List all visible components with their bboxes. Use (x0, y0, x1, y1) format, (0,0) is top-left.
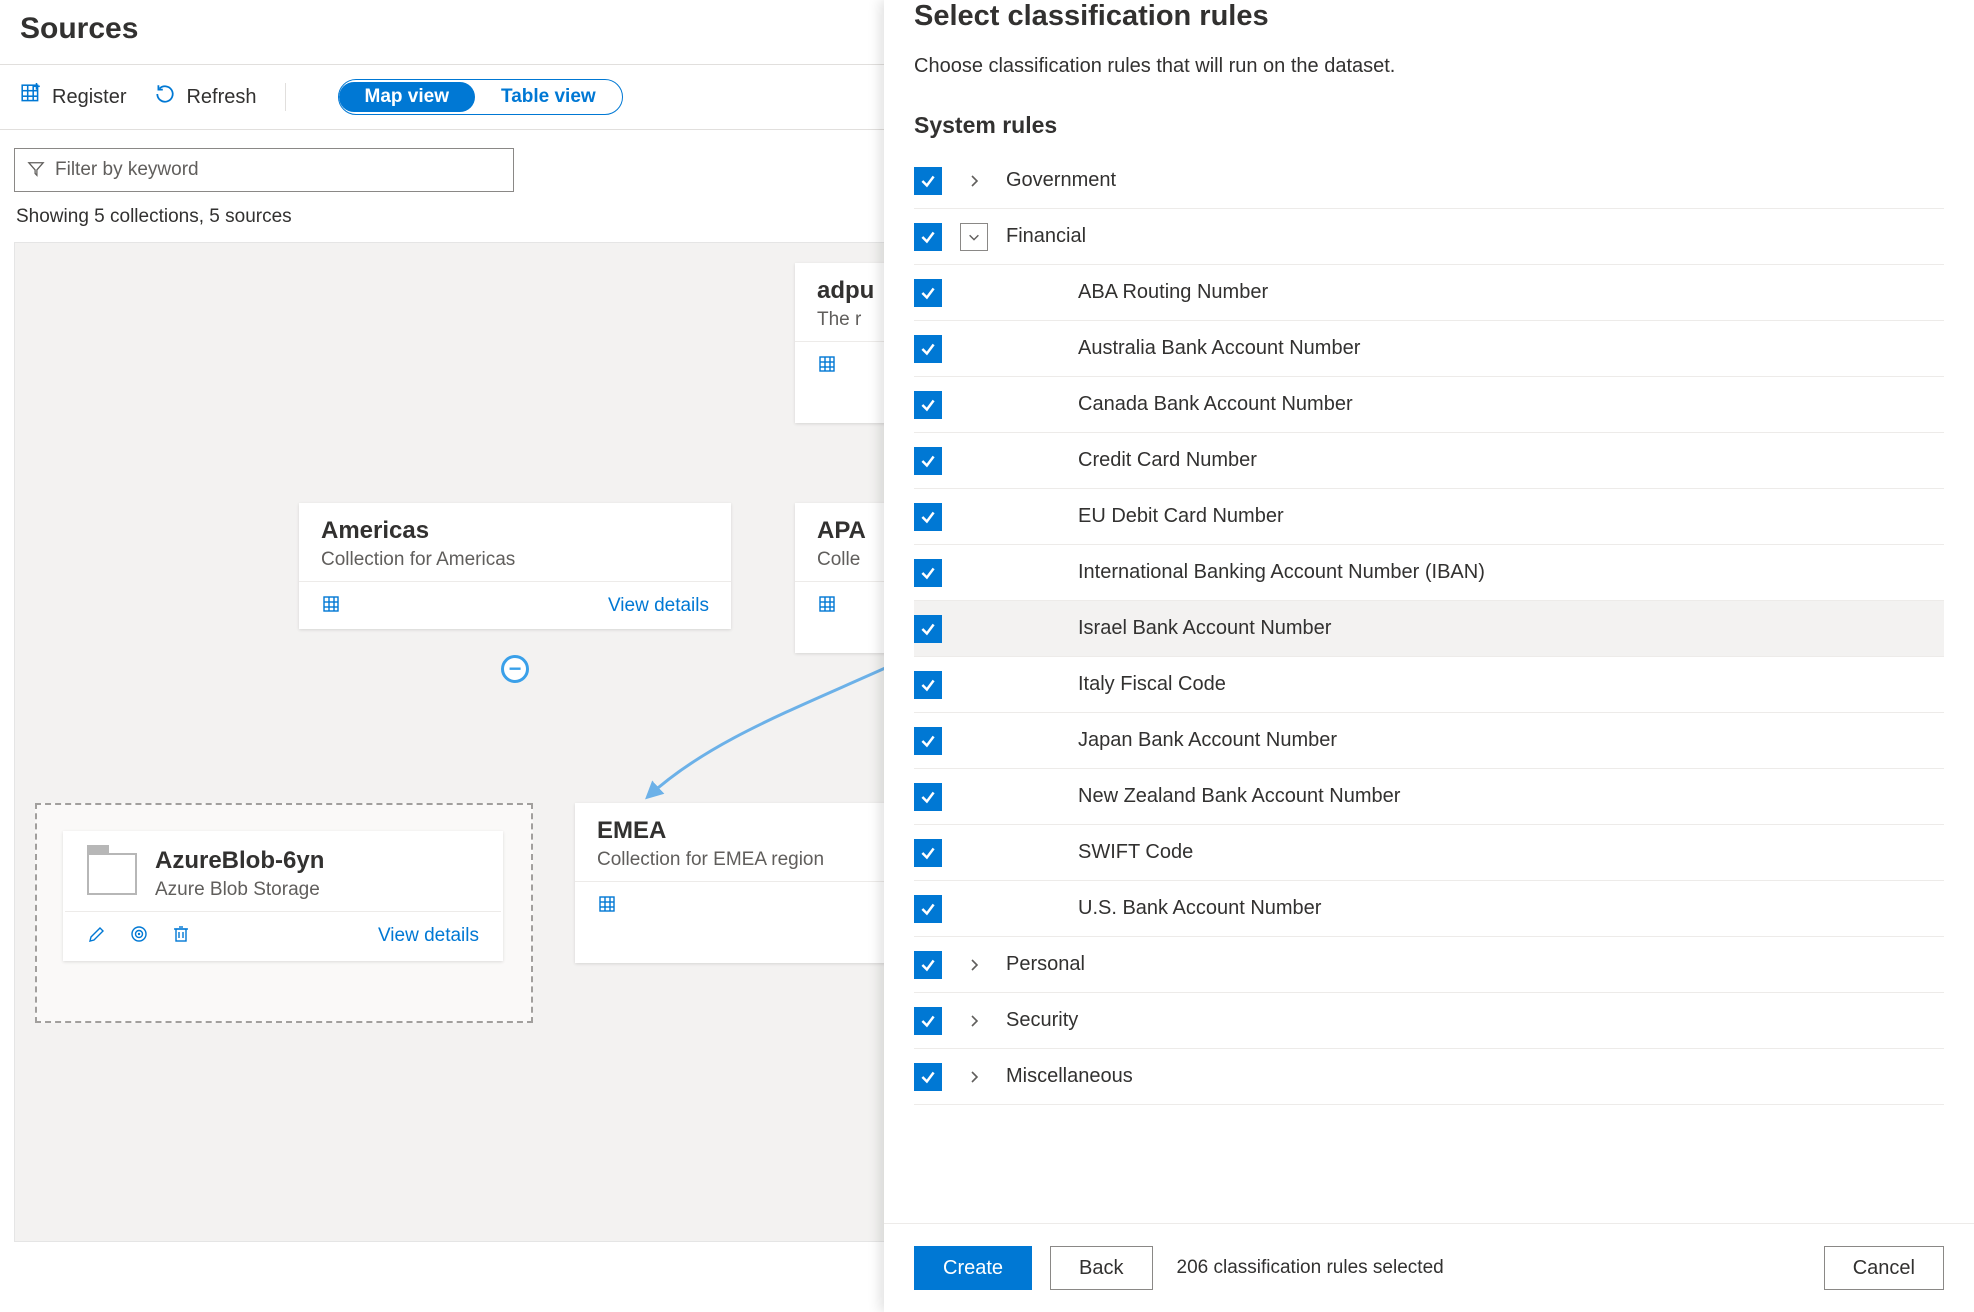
rule-group-misc[interactable]: Miscellaneous (914, 1049, 1944, 1105)
checkbox[interactable] (914, 839, 942, 867)
rule-item-label: Israel Bank Account Number (1078, 617, 1331, 640)
panel-footer: Create Back 206 classification rules sel… (884, 1223, 1974, 1312)
rule-item-label: EU Debit Card Number (1078, 505, 1284, 528)
rule-item[interactable]: SWIFT Code (914, 825, 1944, 881)
rule-item[interactable]: Italy Fiscal Code (914, 657, 1944, 713)
card-title: Americas (321, 517, 709, 545)
rule-group-label: Miscellaneous (1006, 1065, 1133, 1088)
grid-icon[interactable] (817, 354, 837, 377)
checkbox[interactable] (914, 279, 942, 307)
rule-item[interactable]: Credit Card Number (914, 433, 1944, 489)
panel-description: Choose classification rules that will ru… (914, 55, 1944, 78)
rule-item[interactable]: Israel Bank Account Number (914, 601, 1944, 657)
checkbox[interactable] (914, 1063, 942, 1091)
rule-item-label: U.S. Bank Account Number (1078, 897, 1321, 920)
expand-icon[interactable] (960, 1013, 988, 1029)
checkbox[interactable] (914, 223, 942, 251)
checkbox[interactable] (914, 1007, 942, 1035)
panel-title: Select classification rules (914, 0, 1944, 33)
rule-item-label: SWIFT Code (1078, 841, 1193, 864)
blob-storage-icon (87, 853, 137, 895)
rule-item[interactable]: Australia Bank Account Number (914, 321, 1944, 377)
refresh-label: Refresh (186, 86, 256, 109)
rule-group-fin[interactable]: Financial (914, 209, 1944, 265)
rule-item-label: Canada Bank Account Number (1078, 393, 1353, 416)
rule-group-label: Financial (1006, 225, 1086, 248)
rule-group-label: Security (1006, 1009, 1078, 1032)
view-details-link[interactable]: View details (608, 595, 709, 617)
checkbox[interactable] (914, 335, 942, 363)
refresh-button[interactable]: Refresh (154, 83, 256, 111)
source-frame: AzureBlob-6yn Azure Blob Storage (35, 803, 533, 1023)
rule-item-label: International Banking Account Number (IB… (1078, 561, 1485, 584)
rule-group-label: Personal (1006, 953, 1085, 976)
collection-card-americas[interactable]: Americas Collection for Americas View de… (299, 503, 731, 629)
checkbox[interactable] (914, 447, 942, 475)
rule-group-label: Government (1006, 169, 1116, 192)
rule-item-label: New Zealand Bank Account Number (1078, 785, 1400, 808)
checkbox[interactable] (914, 559, 942, 587)
expand-icon[interactable] (960, 173, 988, 189)
rule-item-label: Credit Card Number (1078, 449, 1257, 472)
rule-item[interactable]: Canada Bank Account Number (914, 377, 1944, 433)
collapse-toggle[interactable]: − (501, 655, 529, 683)
grid-icon[interactable] (597, 894, 617, 917)
map-view-toggle[interactable]: Map view (339, 82, 475, 112)
card-title: AzureBlob-6yn (155, 847, 324, 875)
register-button[interactable]: Register (20, 83, 126, 111)
refresh-icon (154, 83, 176, 111)
rules-list: Government Financial ABA Routing Number Aus… (914, 153, 1944, 1105)
filter-input-wrap[interactable] (14, 148, 514, 192)
source-card-azureblob[interactable]: AzureBlob-6yn Azure Blob Storage (63, 831, 503, 961)
rule-item[interactable]: International Banking Account Number (IB… (914, 545, 1944, 601)
panel-body: Select classification rules Choose class… (884, 0, 1974, 1223)
checkbox[interactable] (914, 615, 942, 643)
rule-item[interactable]: EU Debit Card Number (914, 489, 1944, 545)
filter-input[interactable] (55, 159, 501, 181)
card-subtitle: Azure Blob Storage (155, 879, 324, 901)
rule-item[interactable]: ABA Routing Number (914, 265, 1944, 321)
rule-group-pers[interactable]: Personal (914, 937, 1944, 993)
register-label: Register (52, 86, 126, 109)
rule-item-label: Italy Fiscal Code (1078, 673, 1226, 696)
footer-status: 206 classification rules selected (1177, 1257, 1444, 1279)
view-details-link[interactable]: View details (378, 925, 479, 947)
toolbar-separator (285, 83, 286, 111)
checkbox[interactable] (914, 167, 942, 195)
cancel-button[interactable]: Cancel (1824, 1246, 1944, 1290)
rule-item[interactable]: Japan Bank Account Number (914, 713, 1944, 769)
edit-icon[interactable] (87, 924, 107, 947)
checkbox[interactable] (914, 783, 942, 811)
checkbox[interactable] (914, 671, 942, 699)
rule-item[interactable]: U.S. Bank Account Number (914, 881, 1944, 937)
create-button[interactable]: Create (914, 1246, 1032, 1290)
expand-icon[interactable] (960, 957, 988, 973)
view-toggle: Map view Table view (338, 79, 623, 115)
table-view-toggle[interactable]: Table view (475, 82, 622, 112)
checkbox[interactable] (914, 391, 942, 419)
checkbox[interactable] (914, 503, 942, 531)
delete-icon[interactable] (171, 924, 191, 947)
section-title: System rules (914, 112, 1944, 139)
rule-item[interactable]: New Zealand Bank Account Number (914, 769, 1944, 825)
checkbox[interactable] (914, 951, 942, 979)
rule-item-label: Australia Bank Account Number (1078, 337, 1360, 360)
rule-group-gov[interactable]: Government (914, 153, 1944, 209)
checkbox[interactable] (914, 727, 942, 755)
expand-icon[interactable] (960, 1069, 988, 1085)
grid-icon[interactable] (817, 594, 837, 617)
target-icon[interactable] (129, 924, 149, 947)
rule-group-sec[interactable]: Security (914, 993, 1944, 1049)
grid-add-icon (20, 83, 42, 111)
rule-item-label: ABA Routing Number (1078, 281, 1268, 304)
collapse-icon[interactable] (960, 223, 988, 251)
card-subtitle: Collection for Americas (321, 549, 709, 571)
classification-panel: Select classification rules Choose class… (884, 0, 1974, 1312)
filter-icon (27, 160, 45, 181)
grid-icon[interactable] (321, 594, 341, 617)
rule-item-label: Japan Bank Account Number (1078, 729, 1337, 752)
checkbox[interactable] (914, 895, 942, 923)
back-button[interactable]: Back (1050, 1246, 1152, 1290)
